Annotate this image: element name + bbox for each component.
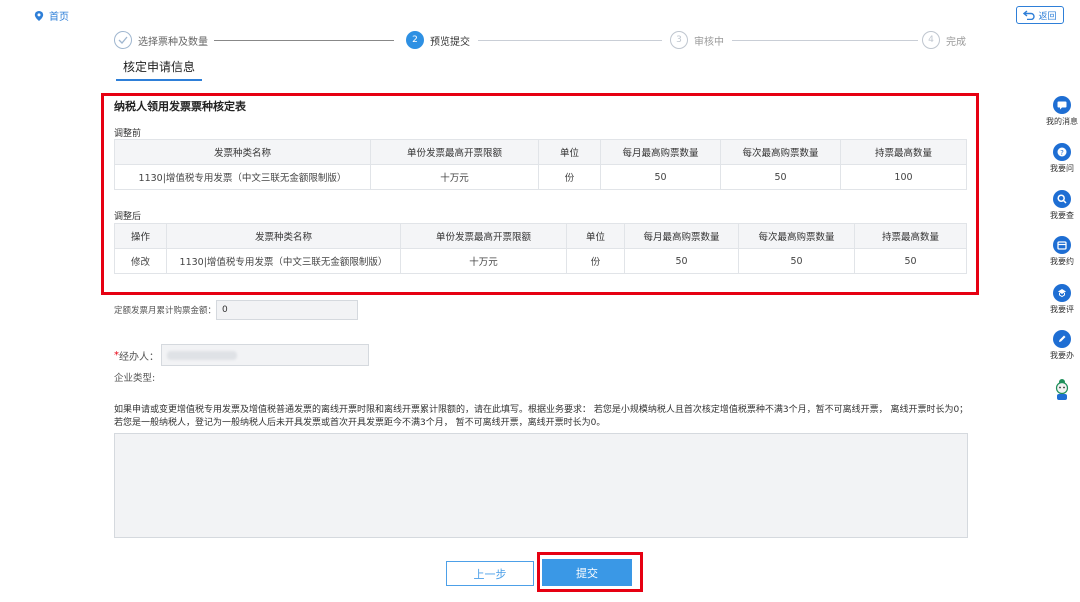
agent-input[interactable] bbox=[161, 344, 369, 366]
sidebar-item-appointment[interactable]: 我要约 bbox=[1044, 236, 1080, 267]
before-table: 发票种类名称 单份发票最高开票限额 单位 每月最高购票数量 每次最高购票数量 持… bbox=[114, 139, 967, 190]
modify-cell: 修改 bbox=[114, 248, 167, 274]
column-header: 单份发票最高开票限额 bbox=[370, 139, 539, 165]
offline-note: 如果申请或变更增值税专用发票及增值税普通发票的离线开票时限和离线开票累计限额的，… bbox=[114, 405, 969, 428]
table-cell: 1130|增值税专用发票（中文三联无金额限制版） bbox=[166, 248, 401, 274]
step-select-ticket: 选择票种及数量 bbox=[114, 31, 208, 49]
column-header: 单份发票最高开票限额 bbox=[400, 223, 567, 249]
column-header: 单位 bbox=[538, 139, 601, 165]
agent-label: 经办人： bbox=[119, 351, 159, 363]
section-title: 核定申请信息 bbox=[116, 58, 202, 81]
table-cell: 份 bbox=[538, 164, 601, 190]
submit-button[interactable]: 提交 bbox=[542, 559, 632, 586]
table-cell: 50 bbox=[720, 164, 841, 190]
column-header: 单位 bbox=[566, 223, 625, 249]
table-cell: 份 bbox=[566, 248, 625, 274]
sidebar-item-ask[interactable]: ? 我要问 bbox=[1044, 143, 1080, 174]
return-arrow-icon bbox=[1023, 10, 1036, 20]
quota-input[interactable]: 0 bbox=[216, 300, 359, 320]
step-preview-submit: 2 预览提交 bbox=[406, 31, 470, 49]
table-cell: 50 bbox=[738, 248, 855, 274]
column-header: 发票种类名称 bbox=[166, 223, 401, 249]
edit-icon bbox=[1053, 330, 1071, 348]
sidebar-label: 我的消息 bbox=[1046, 117, 1078, 126]
step-progress: 选择票种及数量 2 预览提交 3 审核中 4 完成 bbox=[114, 31, 974, 51]
table-cell: 50 bbox=[624, 248, 739, 274]
before-adjust-label: 调整前 bbox=[114, 129, 142, 139]
step-complete: 4 完成 bbox=[922, 31, 966, 49]
sidebar-label: 我要问 bbox=[1050, 164, 1074, 173]
step-number: 2 bbox=[406, 31, 424, 49]
column-header: 每次最高购票数量 bbox=[720, 139, 841, 165]
column-header: 持票最高数量 bbox=[854, 223, 967, 249]
agent-field-row: * 经办人： bbox=[114, 344, 369, 366]
svg-text:?: ? bbox=[1060, 149, 1064, 157]
home-label: 首页 bbox=[49, 12, 69, 23]
back-button[interactable]: 返回 bbox=[1016, 6, 1064, 24]
step-label: 选择票种及数量 bbox=[138, 36, 208, 48]
robot-assistant-icon bbox=[1055, 379, 1069, 400]
sidebar-label: 我要评 bbox=[1050, 305, 1074, 314]
check-icon bbox=[114, 31, 132, 49]
sidebar-label: 我要约 bbox=[1050, 257, 1074, 266]
table-cell: 十万元 bbox=[370, 164, 539, 190]
note-textarea[interactable] bbox=[114, 433, 968, 538]
quota-value: 0 bbox=[222, 305, 228, 315]
back-label: 返回 bbox=[1038, 11, 1057, 22]
step-label: 完成 bbox=[946, 36, 966, 48]
column-header: 操作 bbox=[114, 223, 167, 249]
search-icon bbox=[1053, 190, 1071, 208]
table-cell: 100 bbox=[840, 164, 967, 190]
location-pin-icon bbox=[34, 10, 44, 21]
step-label: 审核中 bbox=[694, 36, 724, 48]
step-connector bbox=[478, 40, 662, 41]
column-header: 每月最高购票数量 bbox=[624, 223, 739, 249]
after-table: 操作 发票种类名称 单份发票最高开票限额 单位 每月最高购票数量 每次最高购票数… bbox=[114, 223, 967, 274]
table-cell: 1130|增值税专用发票（中文三联无金额限制版） bbox=[114, 164, 371, 190]
after-adjust-label: 调整后 bbox=[114, 212, 142, 222]
sidebar-item-my-messages[interactable]: 我的消息 bbox=[1044, 96, 1080, 127]
column-header: 每月最高购票数量 bbox=[600, 139, 721, 165]
table-header-row: 发票种类名称 单份发票最高开票限额 单位 每月最高购票数量 每次最高购票数量 持… bbox=[114, 139, 967, 165]
step-number: 4 bbox=[922, 31, 940, 49]
sidebar-label: 我要查 bbox=[1050, 211, 1074, 220]
column-header: 每次最高购票数量 bbox=[738, 223, 855, 249]
company-type-label: 企业类型: bbox=[114, 373, 156, 384]
prev-step-button[interactable]: 上一步 bbox=[446, 561, 534, 586]
column-header: 持票最高数量 bbox=[840, 139, 967, 165]
message-icon bbox=[1053, 96, 1071, 114]
table-header-row: 操作 发票种类名称 单份发票最高开票限额 单位 每月最高购票数量 每次最高购票数… bbox=[114, 223, 967, 249]
quota-label: 定额发票月累计购票金额： bbox=[114, 306, 217, 316]
rating-icon bbox=[1053, 284, 1071, 302]
calendar-icon bbox=[1053, 236, 1071, 254]
step-connector bbox=[732, 40, 918, 41]
step-connector bbox=[214, 40, 394, 41]
question-icon: ? bbox=[1053, 143, 1071, 161]
step-under-review: 3 审核中 bbox=[670, 31, 724, 49]
redacted-value bbox=[167, 350, 237, 360]
step-label: 预览提交 bbox=[430, 36, 470, 48]
table-cell: 50 bbox=[854, 248, 967, 274]
sidebar-label: 我要办 bbox=[1050, 351, 1074, 360]
form-title: 纳税人领用发票票种核定表 bbox=[114, 100, 246, 113]
sidebar-item-handle[interactable]: 我要办 bbox=[1044, 330, 1080, 361]
sidebar-item-search[interactable]: 我要查 bbox=[1044, 190, 1080, 221]
table-row: 1130|增值税专用发票（中文三联无金额限制版） 十万元 份 50 50 100 bbox=[114, 164, 967, 190]
table-row: 修改 1130|增值税专用发票（中文三联无金额限制版） 十万元 份 50 50 … bbox=[114, 248, 967, 274]
sidebar-item-assistant[interactable] bbox=[1044, 378, 1080, 402]
step-number: 3 bbox=[670, 31, 688, 49]
sidebar-item-rate[interactable]: 我要评 bbox=[1044, 284, 1080, 315]
table-cell: 50 bbox=[600, 164, 721, 190]
column-header: 发票种类名称 bbox=[114, 139, 371, 165]
quota-field-row: 定额发票月累计购票金额： 0 bbox=[114, 300, 359, 320]
table-cell: 十万元 bbox=[400, 248, 567, 274]
home-link[interactable]: 首页 bbox=[34, 8, 69, 23]
company-type-row: 企业类型: bbox=[114, 370, 155, 384]
